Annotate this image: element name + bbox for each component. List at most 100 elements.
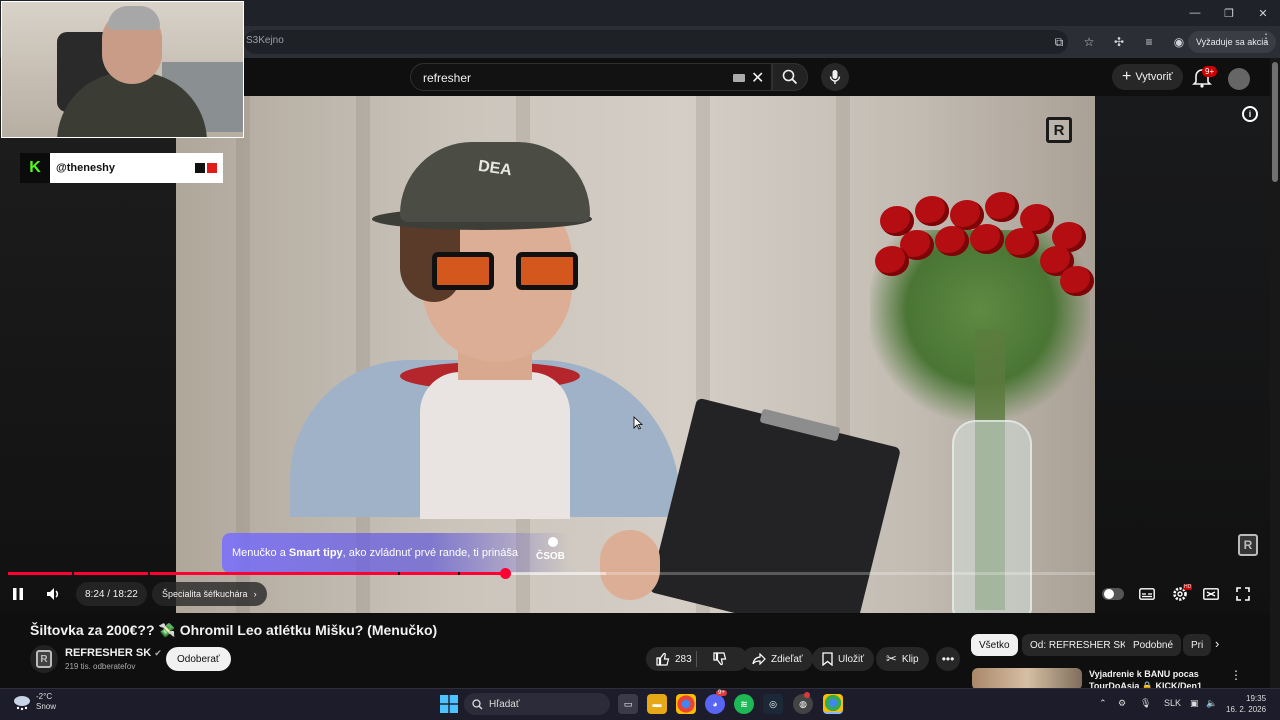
browser-menu-icon[interactable]: ⋮ <box>1260 31 1272 45</box>
thumbs-up-icon <box>656 652 670 666</box>
chrome-active-icon[interactable] <box>823 694 843 714</box>
taskbar-search-icon <box>472 698 483 709</box>
windows-start-icon[interactable] <box>440 695 458 713</box>
like-dislike-group: 283 <box>646 647 748 671</box>
close-icon[interactable]: ✕ <box>1246 0 1280 26</box>
save-label: Uložiť <box>838 653 864 665</box>
file-explorer-icon[interactable]: ▬ <box>647 694 667 714</box>
sunglasses-lens-left <box>432 252 494 290</box>
address-bar-icons: ⧉ ☆ ✣ ≡ ◉ <box>1048 30 1190 54</box>
display-icon[interactable]: ▣ <box>1190 698 1199 709</box>
restore-icon[interactable]: ❐ <box>1212 0 1246 26</box>
channel-branding-text: R <box>1243 538 1253 552</box>
taskbar-search[interactable]: Hľadať <box>464 693 610 715</box>
url-field[interactable]: S3Kejno <box>244 30 1068 54</box>
channel-logo-text: R <box>40 653 48 665</box>
channel-branding-icon[interactable]: R <box>1238 534 1258 556</box>
more-actions-button[interactable]: ••• <box>936 647 960 671</box>
chip-all[interactable]: Všetko <box>971 634 1018 656</box>
save-button[interactable]: Uložiť <box>812 647 874 671</box>
search-value: refresher <box>423 71 472 85</box>
spotify-icon[interactable]: ≋ <box>734 694 754 714</box>
profile-icon[interactable]: ◉ <box>1168 30 1190 54</box>
steam-icon[interactable]: ◎ <box>763 694 783 714</box>
scrubber-handle[interactable] <box>499 568 511 579</box>
windows-taskbar <box>0 688 1280 720</box>
discord-badge: 9+ <box>716 690 727 696</box>
kick-handle-badge: K @theneshy <box>20 153 223 183</box>
miniplayer-button[interactable] <box>1200 584 1222 604</box>
red-square <box>207 163 217 173</box>
sponsor-text-prefix: Menučko a <box>232 547 289 559</box>
obs-icon[interactable]: ◍ <box>793 694 813 714</box>
voice-search-button[interactable] <box>821 63 849 91</box>
tray-chevron-icon[interactable]: ⌃ <box>1099 698 1107 709</box>
sunglasses <box>432 252 582 292</box>
weather-widget[interactable]: -2°C Snow <box>12 692 56 712</box>
channel-avatar[interactable]: R <box>30 645 58 673</box>
more-horizontal-icon: ••• <box>941 652 955 666</box>
extensions-icon[interactable]: ✣ <box>1108 30 1130 54</box>
chip-truncated[interactable]: Pri <box>1183 634 1211 656</box>
sponsor-logo-mark <box>548 537 558 547</box>
task-view-icon[interactable]: ▭ <box>618 694 638 714</box>
like-button[interactable]: 283 <box>656 652 692 666</box>
share-label: Zdieľať <box>771 653 803 665</box>
clip-label: Klip <box>901 653 919 665</box>
subscriber-count: 219 tis. odberateľov <box>65 662 136 671</box>
thumbs-down-icon <box>713 652 726 666</box>
recommendation-thumbnail[interactable] <box>972 668 1082 690</box>
microphone-tray-icon[interactable]: 🎙 <box>1140 698 1151 709</box>
pause-button[interactable] <box>12 584 32 604</box>
recommendation-menu-icon[interactable]: ⋮ <box>1230 668 1242 682</box>
media-controls-icon[interactable]: ≡ <box>1138 30 1160 54</box>
share-button[interactable]: Zdieľať <box>742 647 813 671</box>
account-avatar[interactable] <box>1228 68 1250 90</box>
channel-watermark-logo: R <box>1046 117 1072 143</box>
speaker-icon[interactable]: 🔈 <box>1206 698 1217 709</box>
black-square <box>195 163 205 173</box>
cast-icon[interactable]: ⧉ <box>1048 30 1070 54</box>
settings-button[interactable]: HD <box>1169 584 1193 604</box>
clear-search-icon[interactable]: ✕ <box>751 68 764 88</box>
language-indicator[interactable]: SLK <box>1164 698 1181 708</box>
subscribe-button[interactable]: Odoberať <box>166 647 231 671</box>
rose <box>1060 266 1094 296</box>
dislike-button[interactable] <box>713 652 727 666</box>
chapter-marker <box>398 572 400 575</box>
search-input[interactable]: refresher ✕ <box>410 63 772 91</box>
page-scrollbar-thumb[interactable] <box>1272 62 1278 182</box>
bookmark-star-icon[interactable]: ☆ <box>1078 30 1100 54</box>
fullscreen-button[interactable] <box>1232 584 1254 604</box>
mouse-cursor-icon <box>633 416 643 430</box>
chip-related[interactable]: Podobné <box>1125 634 1182 656</box>
like-divider <box>696 651 697 667</box>
flag-squares <box>195 163 217 173</box>
search-button[interactable] <box>772 63 808 91</box>
channel-name-row[interactable]: REFRESHER SK ✔ <box>65 647 162 659</box>
video-title: Šiltovka za 200€?? 💸 Ohromil Leo atlétku… <box>30 622 438 638</box>
network-app-icon[interactable]: ⚙ <box>1118 698 1126 709</box>
chrome-icon[interactable] <box>676 694 696 714</box>
person-shirt <box>420 372 570 519</box>
taskbar-clock[interactable]: 19:35 16. 2. 2026 <box>1226 693 1266 715</box>
keyboard-icon[interactable] <box>733 74 745 82</box>
chip-from-channel[interactable]: Od: REFRESHER SK <box>1022 634 1135 656</box>
subtitles-button[interactable] <box>1136 584 1158 604</box>
info-icon[interactable]: i <box>1242 106 1258 122</box>
sponsor-logo: ČSOB <box>536 551 565 562</box>
chapter-button[interactable]: Špecialita šéfkuchára › <box>152 582 267 606</box>
chips-next-chevron-icon[interactable]: › <box>1215 636 1219 651</box>
rose <box>875 246 909 276</box>
chapter-label: Špecialita šéfkuchára <box>162 589 248 599</box>
chapter-marker <box>72 572 74 575</box>
create-button[interactable]: + Vytvoriť <box>1112 64 1183 90</box>
obs-live-dot <box>804 692 810 698</box>
chevron-right-icon: › <box>253 589 257 599</box>
sponsor-text-suffix: , ako zvládnuť prvé rande, ti prináša <box>342 547 519 559</box>
minimize-icon[interactable]: — <box>1178 0 1212 26</box>
search-icon <box>782 69 798 85</box>
mute-button[interactable] <box>46 584 66 604</box>
discord-icon[interactable]: ◕ <box>705 694 725 714</box>
clip-button[interactable]: ✂ Klip <box>876 647 929 671</box>
